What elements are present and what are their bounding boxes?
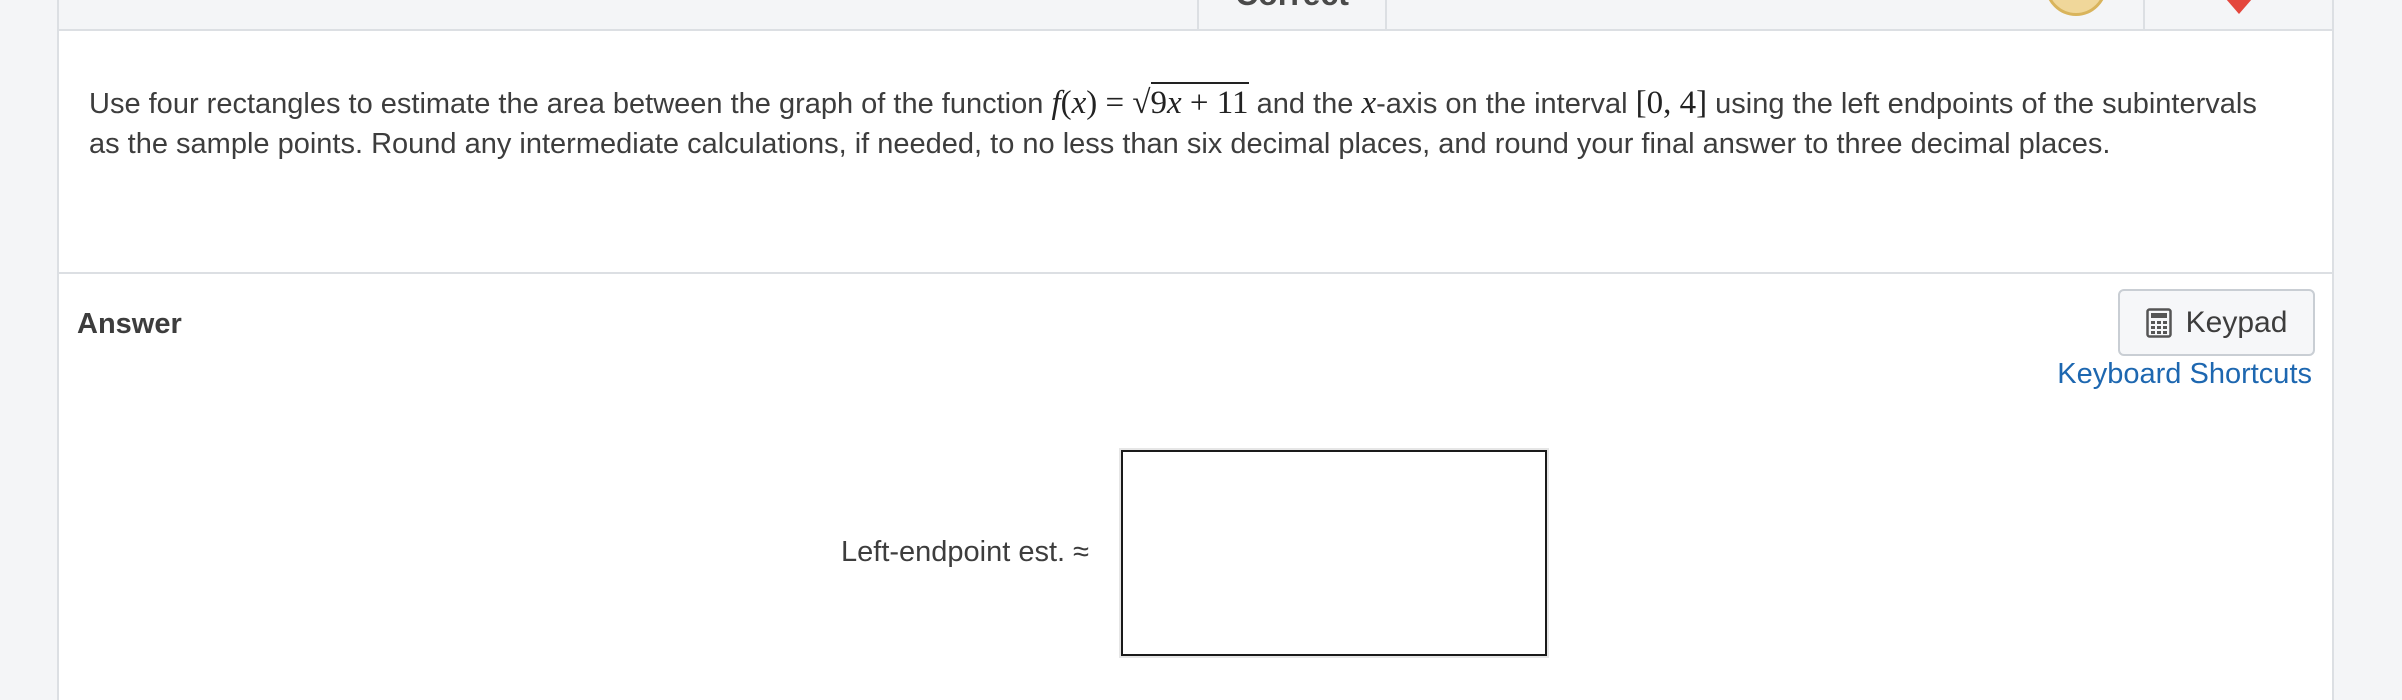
section-divider [59,272,2332,274]
radicand: 9x + 11 [1150,82,1249,121]
status-tab: Correct [1197,0,1387,29]
strip-divider [2143,0,2145,29]
equals-sign: = [1097,85,1133,121]
axis-variable: x [1361,85,1376,121]
question-text-part: Use four rectangles to estimate the area… [89,88,1052,120]
function-expression: f(x) = √9x + 11 [1051,82,1249,121]
sqrt-sign: √ [1132,85,1151,121]
radicand-constant: + 11 [1181,85,1249,121]
answer-input[interactable] [1121,450,1547,656]
answer-section-label: Answer [77,308,182,340]
paren: ( [1060,85,1072,121]
calculator-icon [2145,307,2172,338]
question-card: Correct Use four rectangles to estimate … [57,0,2334,700]
keypad-label: Keypad [2185,305,2288,339]
function-variable: x [1071,85,1087,121]
coin-icon [2045,0,2107,16]
keypad-button[interactable]: Keypad [2118,289,2315,356]
axis-variable-letter: x [1361,85,1377,121]
heart-icon [2209,0,2269,20]
question-text-part: and the [1248,88,1362,120]
previous-section-strip: Correct [59,0,2332,31]
question-text: Use four rectangles to estimate the area… [89,82,2289,164]
function-name: f [1051,85,1061,121]
paren: ) [1086,85,1098,121]
radicand-variable: x [1167,85,1182,121]
question-text-part: -axis on the interval [1376,88,1636,120]
status-label: Correct [1235,0,1349,12]
radicand-coefficient: 9 [1150,85,1168,121]
interval-expression: [0, 4] [1635,85,1708,121]
left-endpoint-estimate-label: Left-endpoint est. ≈ [841,536,1090,568]
keyboard-shortcuts-link[interactable]: Keyboard Shortcuts [2057,358,2312,391]
